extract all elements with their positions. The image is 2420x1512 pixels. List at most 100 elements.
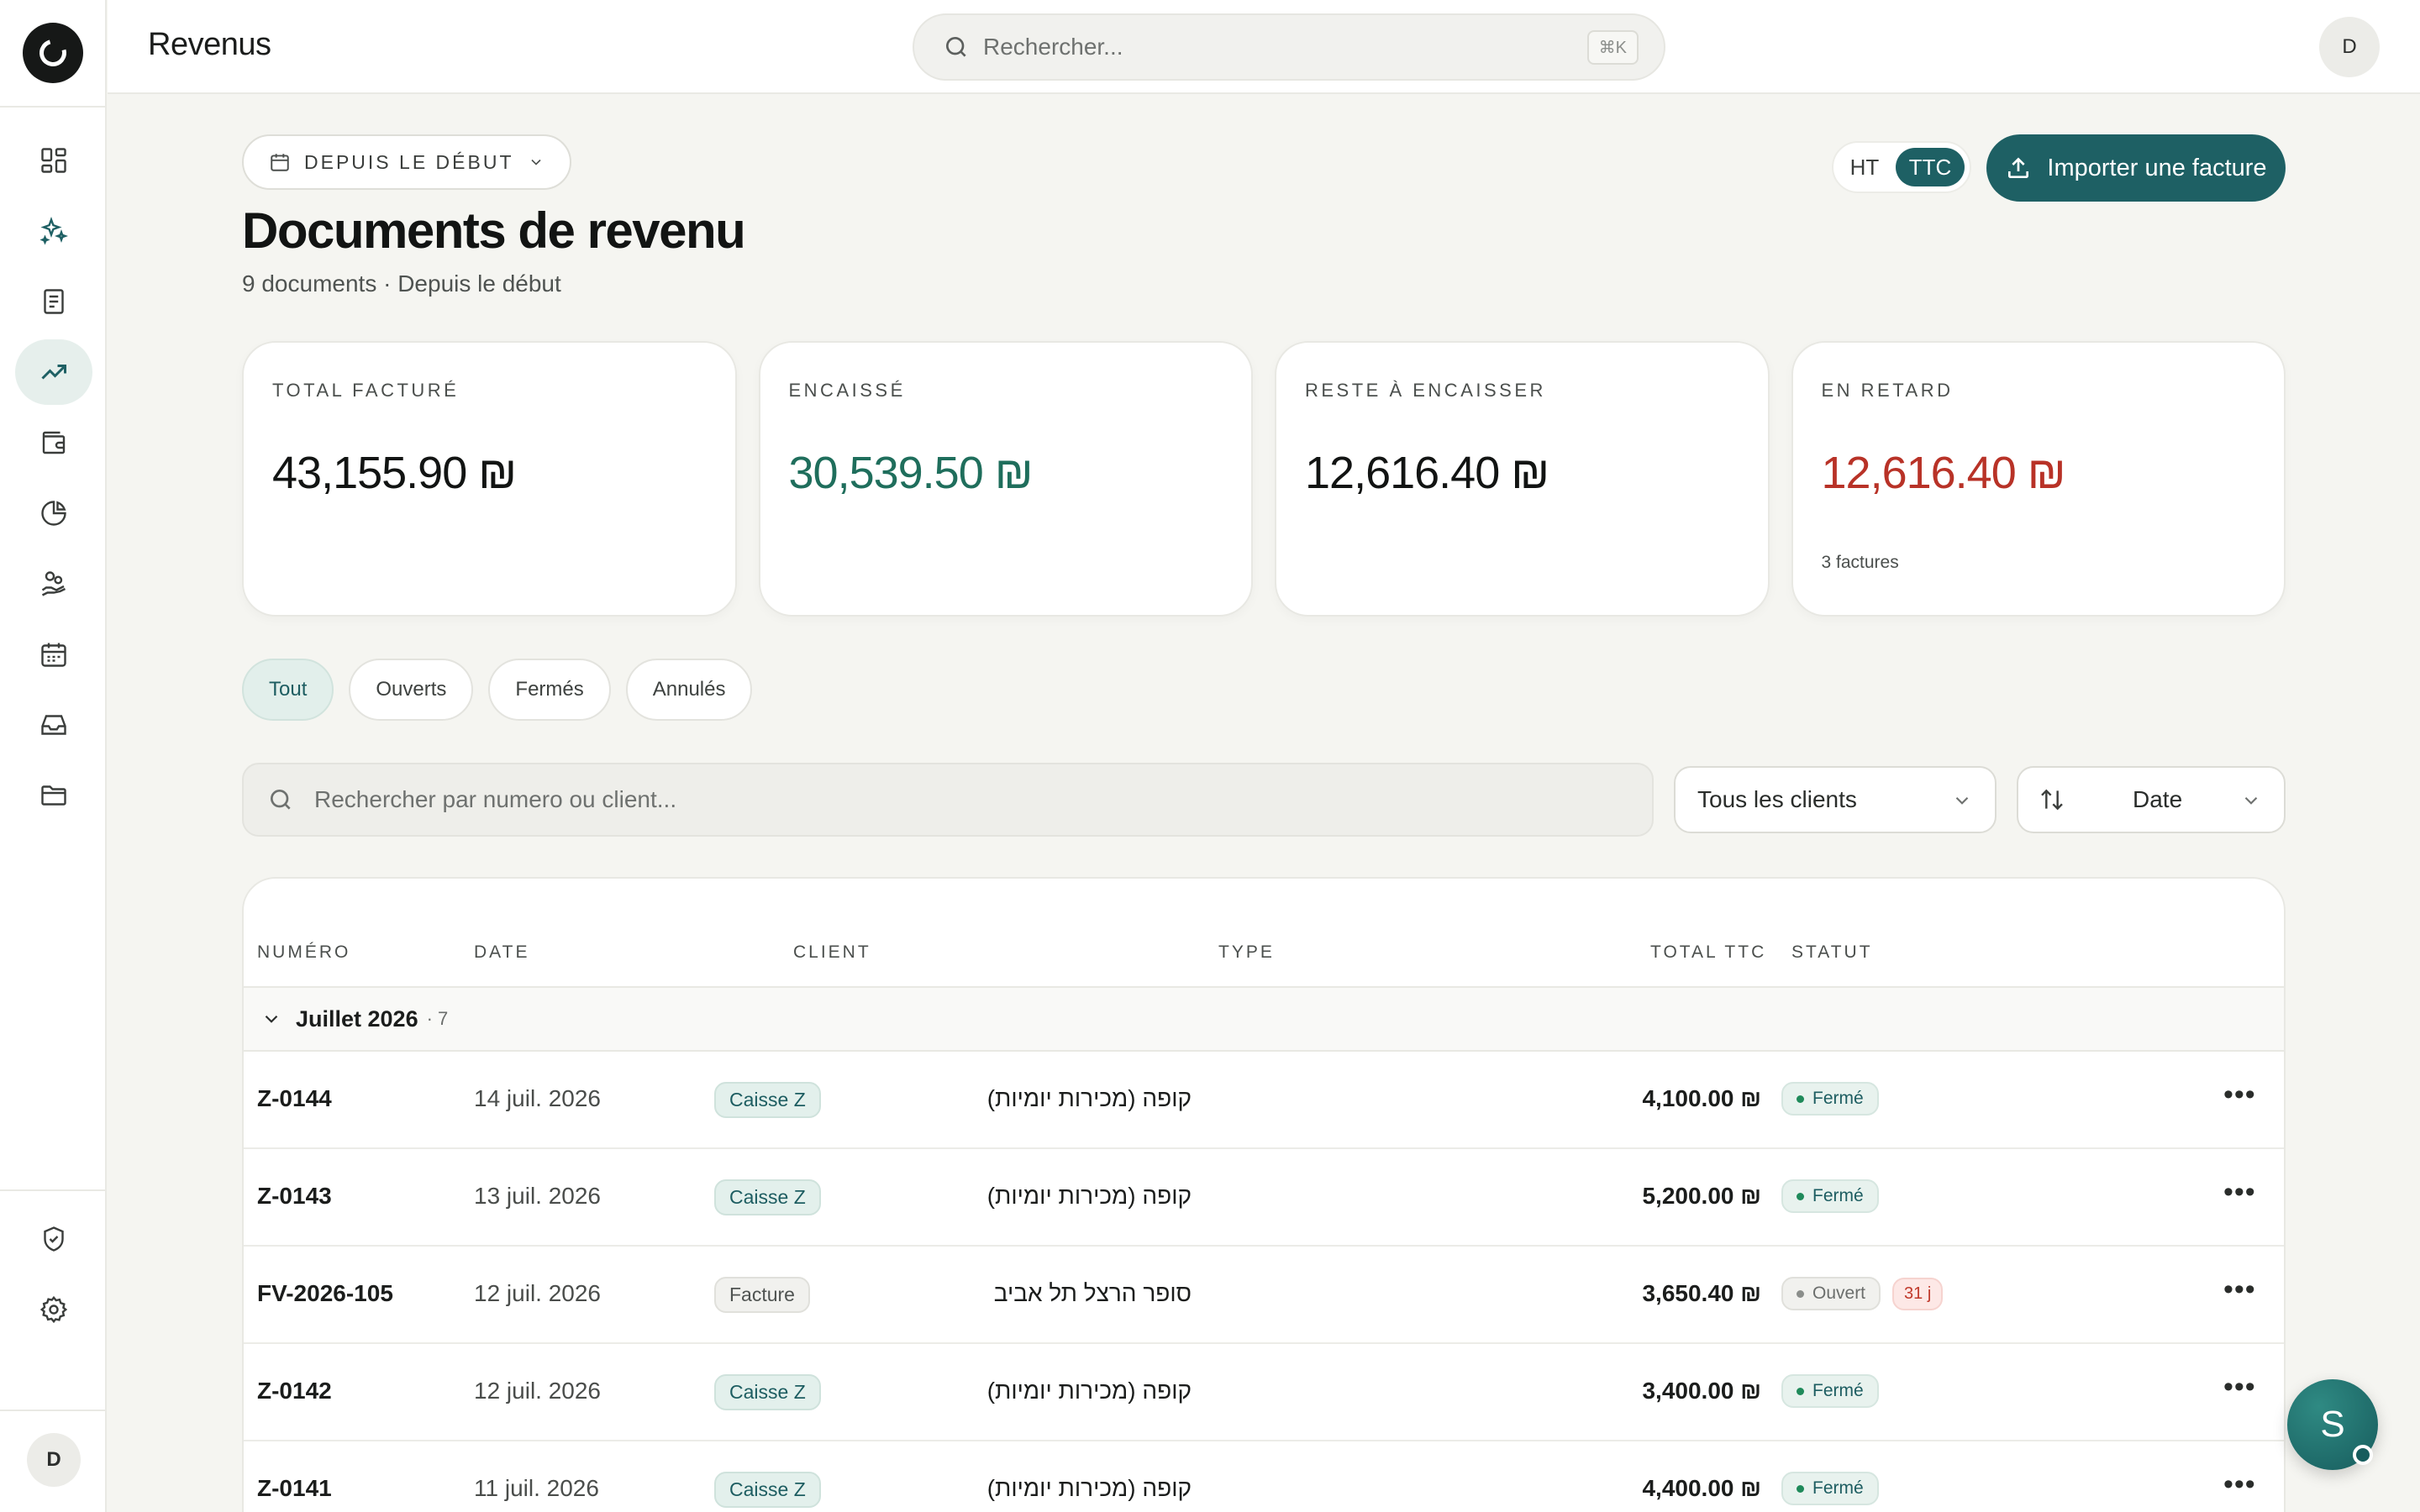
app-logo[interactable] <box>22 23 83 83</box>
tab-cancelled[interactable]: Annulés <box>625 659 753 721</box>
sidebar-divider <box>0 1189 107 1191</box>
row-total: 3,400.00 ₪ <box>1642 1378 1761 1404</box>
status-badge: Fermé <box>1781 1374 1879 1408</box>
chat-assistant-button[interactable]: S <box>2287 1379 2378 1470</box>
kpi-cards: TOTAL FACTURÉ 43,155.90 ₪ ENCAISSÉ 30,53… <box>242 341 2286 617</box>
logo-area <box>0 0 105 108</box>
tab-all[interactable]: Tout <box>242 659 334 721</box>
sparkles-icon <box>39 216 68 245</box>
sidebar-item-inbox[interactable] <box>15 692 92 758</box>
sidebar-item-calendar[interactable] <box>15 622 92 687</box>
kpi-card-overdue: EN RETARD 12,616.40 ₪ 3 factures <box>1791 341 2286 617</box>
client-select-value: Tous les clients <box>1697 786 1857 812</box>
client-select[interactable]: Tous les clients <box>1674 766 1996 833</box>
row-type: Caisse Z <box>714 1374 821 1410</box>
toggle-ht[interactable]: HT <box>1839 148 1891 186</box>
row-numero[interactable]: Z-0144 <box>257 1085 332 1112</box>
logo-ring-icon <box>34 34 71 71</box>
row-more-button[interactable]: ••• <box>2223 1371 2256 1404</box>
status-badge: Fermé <box>1781 1082 1879 1116</box>
row-total: 4,400.00 ₪ <box>1642 1475 1761 1501</box>
overdue-days-badge: 31 j <box>1892 1277 1944 1310</box>
kpi-label: RESTE À ENCAISSER <box>1305 380 1546 401</box>
status-tabs: Tout Ouverts Fermés Annulés <box>242 659 753 721</box>
online-indicator-icon <box>2353 1445 2373 1465</box>
documents-table: NUMÉRO DATE CLIENT TYPE TOTAL TTC STATUT… <box>242 877 2286 1512</box>
status-badge: Fermé <box>1781 1179 1879 1213</box>
sidebar-item-documents[interactable] <box>15 269 92 334</box>
chevron-down-icon <box>1955 796 1969 805</box>
row-client: קופה (מכירות יומיות) <box>986 1378 1192 1404</box>
month-group-row[interactable]: Juillet 2026 · 7 <box>244 988 2284 1052</box>
period-selector[interactable]: DEPUIS LE DÉBUT <box>242 134 571 190</box>
status-text: Ouvert <box>1812 1284 1866 1303</box>
document-search-input[interactable] <box>314 786 1652 813</box>
row-numero[interactable]: Z-0141 <box>257 1475 332 1502</box>
row-more-button[interactable]: ••• <box>2223 1273 2256 1306</box>
tab-open[interactable]: Ouverts <box>349 659 474 721</box>
table-row[interactable]: Z-0142 12 juil. 2026 קופה (מכירות יומיות… <box>244 1346 2284 1441</box>
table-row[interactable]: FV-2026-105 12 juil. 2026 סופר הרצל תל א… <box>244 1248 2284 1344</box>
global-search[interactable]: ⌘K <box>913 13 1665 81</box>
global-search-input[interactable] <box>983 34 1587 60</box>
status-text: Fermé <box>1812 1478 1864 1498</box>
row-more-button[interactable]: ••• <box>2223 1176 2256 1209</box>
status-dot-icon <box>1797 1289 1804 1298</box>
chat-assistant-initial: S <box>2320 1404 2345 1445</box>
sidebar-footer-divider <box>0 1410 107 1411</box>
sidebar-nav <box>0 128 107 833</box>
table-row[interactable]: Z-0143 13 juil. 2026 קופה (מכירות יומיות… <box>244 1151 2284 1247</box>
sidebar-item-wallet[interactable] <box>15 410 92 475</box>
row-type: Facture <box>714 1277 810 1313</box>
table-row[interactable]: Z-0141 11 juil. 2026 קופה (מכירות יומיות… <box>244 1443 2284 1512</box>
column-header-client[interactable]: CLIENT <box>793 942 871 963</box>
column-header-type[interactable]: TYPE <box>1218 942 1275 963</box>
row-status: Fermé <box>1781 1179 1879 1213</box>
sidebar-item-security[interactable] <box>15 1206 92 1272</box>
sidebar-bottom-nav <box>0 1206 107 1347</box>
column-header-statut[interactable]: STATUT <box>1791 942 1873 963</box>
sidebar-item-payments[interactable] <box>15 551 92 617</box>
sidebar-user-avatar[interactable]: D <box>27 1433 81 1487</box>
status-dot-icon <box>1797 1484 1804 1493</box>
type-badge: Caisse Z <box>714 1082 821 1118</box>
row-type: Caisse Z <box>714 1082 821 1118</box>
row-more-button[interactable]: ••• <box>2223 1468 2256 1501</box>
kpi-label: TOTAL FACTURÉ <box>272 380 460 401</box>
chevron-down-icon <box>265 1015 278 1023</box>
import-invoice-label: Importer une facture <box>2047 154 2267 181</box>
column-header-date[interactable]: DATE <box>474 942 529 963</box>
sidebar-item-reports[interactable] <box>15 480 92 546</box>
search-icon <box>946 37 966 57</box>
sidebar-item-revenus[interactable] <box>14 339 92 405</box>
chevron-down-icon <box>2244 796 2258 805</box>
status-dot-icon <box>1797 1387 1804 1395</box>
sidebar-item-dashboard[interactable] <box>15 128 92 193</box>
sort-select[interactable]: Date <box>2017 766 2286 833</box>
page-subtitle: 9 documents · Depuis le début <box>242 270 561 297</box>
row-numero[interactable]: Z-0142 <box>257 1378 332 1404</box>
row-numero[interactable]: FV-2026-105 <box>257 1280 393 1307</box>
row-status: Ouvert 31 j <box>1781 1277 1944 1310</box>
wallet-icon <box>42 431 65 454</box>
tax-toggle: HT TTC <box>1832 141 1971 193</box>
tab-closed[interactable]: Fermés <box>488 659 611 721</box>
sidebar-item-ai[interactable] <box>15 198 92 264</box>
top-bar: Revenus ⌘K D <box>108 0 2420 94</box>
row-numero[interactable]: Z-0143 <box>257 1183 332 1210</box>
user-avatar[interactable]: D <box>2319 17 2380 77</box>
kpi-card-total: TOTAL FACTURÉ 43,155.90 ₪ <box>242 341 737 617</box>
kpi-value: 30,539.50 ₪ <box>788 448 1034 498</box>
document-search[interactable] <box>242 763 1654 837</box>
row-more-button[interactable]: ••• <box>2223 1079 2256 1111</box>
column-header-total[interactable]: TOTAL TTC <box>1650 942 1766 963</box>
calendar-icon <box>271 154 289 171</box>
column-header-numero[interactable]: NUMÉRO <box>257 942 350 963</box>
sidebar-item-settings[interactable] <box>15 1277 92 1342</box>
sidebar-item-files[interactable] <box>15 763 92 828</box>
table-row[interactable]: Z-0144 14 juil. 2026 קופה (מכירות יומיות… <box>244 1053 2284 1149</box>
kpi-card-collected: ENCAISSÉ 30,539.50 ₪ <box>758 341 1253 617</box>
import-invoice-button[interactable]: Importer une facture <box>1986 134 2286 202</box>
toggle-ttc[interactable]: TTC <box>1896 148 1965 186</box>
chevron-down-icon <box>530 159 541 165</box>
